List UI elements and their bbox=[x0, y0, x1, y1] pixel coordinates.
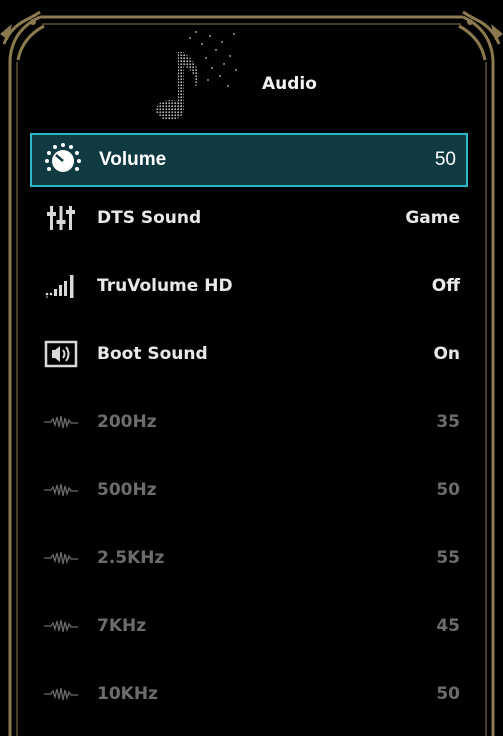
menu-item-value: 50 bbox=[436, 684, 460, 704]
menu-item-boot-sound[interactable]: Boot Sound On bbox=[30, 327, 468, 381]
speaker-box-icon bbox=[38, 339, 84, 369]
menu-item-label: 7KHz bbox=[97, 616, 147, 636]
waveform-icon bbox=[38, 475, 84, 505]
signal-bars-icon bbox=[38, 271, 84, 301]
menu-item-label: 500Hz bbox=[97, 480, 157, 500]
menu-item-label: 2.5KHz bbox=[97, 548, 165, 568]
menu-item-value: Off bbox=[431, 276, 460, 296]
menu-item-value: 35 bbox=[436, 412, 460, 432]
page-title: Audio bbox=[262, 74, 317, 94]
menu-item-value: 50 bbox=[436, 480, 460, 500]
menu-item-label: TruVolume HD bbox=[97, 276, 233, 296]
menu-item-label: 10KHz bbox=[97, 684, 158, 704]
menu-item-value: Game bbox=[405, 208, 460, 228]
menu-item-7khz[interactable]: 7KHz 45 bbox=[30, 599, 468, 653]
menu-item-truvolume-hd[interactable]: TruVolume HD Off bbox=[30, 259, 468, 313]
waveform-icon bbox=[38, 679, 84, 709]
menu-item-label: Boot Sound bbox=[97, 344, 208, 364]
menu-item-value: 50 bbox=[434, 149, 456, 170]
menu-item-500hz[interactable]: 500Hz 50 bbox=[30, 463, 468, 517]
waveform-icon bbox=[38, 407, 84, 437]
equalizer-sliders-icon bbox=[38, 203, 84, 233]
menu-item-dts-sound[interactable]: DTS Sound Game bbox=[30, 191, 468, 245]
menu-item-2-5khz[interactable]: 2.5KHz 55 bbox=[30, 531, 468, 585]
menu-item-10khz[interactable]: 10KHz 50 bbox=[30, 667, 468, 721]
waveform-icon bbox=[38, 611, 84, 641]
menu-item-value: 55 bbox=[436, 548, 460, 568]
music-note-icon bbox=[156, 31, 237, 120]
menu-item-label: 200Hz bbox=[97, 412, 157, 432]
menu-item-value: On bbox=[433, 344, 460, 364]
menu-item-value: 45 bbox=[436, 616, 460, 636]
osd-panel: Audio Volume 50 DTS Sound Game TruVolume… bbox=[0, 0, 503, 736]
menu-item-200hz[interactable]: 200Hz 35 bbox=[30, 395, 468, 449]
menu-item-label: DTS Sound bbox=[97, 208, 202, 228]
volume-dial-icon bbox=[40, 143, 86, 175]
header: Audio bbox=[0, 20, 503, 120]
menu-item-volume[interactable]: Volume 50 bbox=[30, 133, 468, 187]
menu-item-label: Volume bbox=[99, 149, 167, 170]
waveform-icon bbox=[38, 543, 84, 573]
